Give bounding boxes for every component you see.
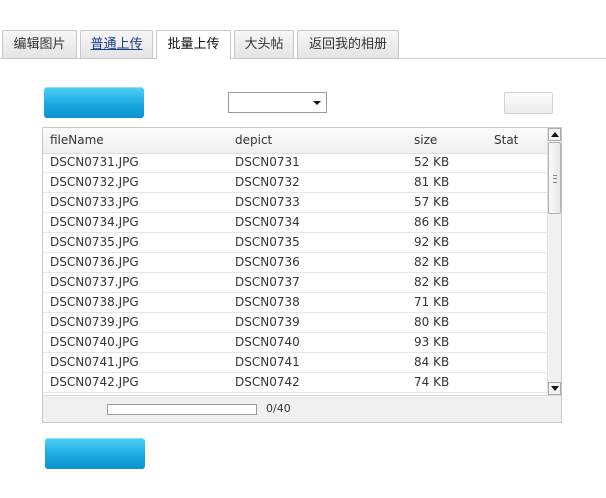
size-cell: 52 KB xyxy=(414,155,450,169)
start-upload-button[interactable] xyxy=(45,438,145,469)
file-name-cell: DSCN0737.JPG xyxy=(50,275,139,289)
table-row[interactable]: DSCN0742.JPG DSCN0742 74 KB xyxy=(43,373,548,393)
tab-edit-picture[interactable]: 编辑图片 xyxy=(2,30,77,58)
scroll-down-button[interactable] xyxy=(548,382,561,395)
column-header-depict[interactable]: depict xyxy=(235,128,272,153)
file-name-cell: DSCN0740.JPG xyxy=(50,335,139,349)
size-cell: 74 KB xyxy=(414,375,450,389)
depict-cell: DSCN0738 xyxy=(235,295,300,309)
depict-cell: DSCN0732 xyxy=(235,175,300,189)
tab-back-to-album[interactable]: 返回我的相册 xyxy=(297,30,399,58)
table-row[interactable]: DSCN0736.JPG DSCN0736 82 KB xyxy=(43,253,548,273)
size-cell: 82 KB xyxy=(414,255,450,269)
grid-rows: DSCN0731.JPG DSCN0731 52 KB DSCN0732.JPG DSC… xyxy=(43,153,548,395)
size-cell: 86 KB xyxy=(414,215,450,229)
size-cell: 92 KB xyxy=(414,235,450,249)
file-name-cell: DSCN0736.JPG xyxy=(50,255,139,269)
table-row[interactable]: DSCN0739.JPG DSCN0739 80 KB xyxy=(43,313,548,333)
file-name-cell: DSCN0742.JPG xyxy=(50,375,139,389)
file-name-cell: DSCN0734.JPG xyxy=(50,215,139,229)
small-action-button[interactable] xyxy=(504,92,553,114)
depict-cell: DSCN0735 xyxy=(235,235,300,249)
scroll-thumb[interactable] xyxy=(548,142,561,214)
table-row[interactable]: DSCN0741.JPG DSCN0741 84 KB xyxy=(43,353,548,373)
file-name-cell: DSCN0732.JPG xyxy=(50,175,139,189)
size-cell: 57 KB xyxy=(414,195,450,209)
file-name-cell: DSCN0739.JPG xyxy=(50,315,139,329)
size-cell: 93 KB xyxy=(414,335,450,349)
file-grid: fileName depict size Stat DSCN0731.JPG DS… xyxy=(42,127,562,423)
depict-cell: DSCN0733 xyxy=(235,195,300,209)
depict-cell: DSCN0736 xyxy=(235,255,300,269)
depict-cell: DSCN0737 xyxy=(235,275,300,289)
album-select[interactable] xyxy=(228,92,327,113)
file-name-cell: DSCN0738.JPG xyxy=(50,295,139,309)
table-row[interactable]: DSCN0732.JPG DSCN0732 81 KB xyxy=(43,173,548,193)
file-name-cell: DSCN0733.JPG xyxy=(50,195,139,209)
tab-label: 普通上传 xyxy=(90,37,143,52)
table-row[interactable]: DSCN0733.JPG DSCN0733 57 KB xyxy=(43,193,548,213)
tab-divider xyxy=(0,58,606,59)
table-row[interactable]: DSCN0734.JPG DSCN0734 86 KB xyxy=(43,213,548,233)
depict-cell: DSCN0739 xyxy=(235,315,300,329)
table-row[interactable]: DSCN0735.JPG DSCN0735 92 KB xyxy=(43,233,548,253)
tab-normal-upload[interactable]: 普通上传 xyxy=(80,30,153,58)
depict-cell: DSCN0742 xyxy=(235,375,300,389)
size-cell: 82 KB xyxy=(414,275,450,289)
depict-cell: DSCN0741 xyxy=(235,355,300,369)
table-row[interactable]: DSCN0737.JPG DSCN0737 82 KB xyxy=(43,273,548,293)
select-files-button[interactable] xyxy=(44,87,144,118)
tab-batch-upload[interactable]: 批量上传 xyxy=(156,30,231,59)
tab-big-head-sticker[interactable]: 大头帖 xyxy=(234,30,294,58)
size-cell: 80 KB xyxy=(414,315,450,329)
file-name-cell: DSCN0735.JPG xyxy=(50,235,139,249)
table-row[interactable]: DSCN0731.JPG DSCN0731 52 KB xyxy=(43,153,548,173)
progress-count: 0/40 xyxy=(266,402,291,415)
vertical-scrollbar[interactable] xyxy=(547,128,561,395)
size-cell: 81 KB xyxy=(414,175,450,189)
table-row[interactable]: DSCN0738.JPG DSCN0738 71 KB xyxy=(43,293,548,313)
column-header-stat[interactable]: Stat xyxy=(494,128,518,153)
tab-label: 编辑图片 xyxy=(13,37,66,52)
grid-footer: 0/40 xyxy=(43,395,561,422)
tab-label: 大头帖 xyxy=(244,37,284,52)
scroll-up-button[interactable] xyxy=(548,128,561,141)
arrow-up-icon xyxy=(551,132,559,137)
tab-label: 返回我的相册 xyxy=(308,37,387,52)
upload-progress-bar xyxy=(107,404,257,415)
table-row[interactable]: DSCN0740.JPG DSCN0740 93 KB xyxy=(43,333,548,353)
tab-bar: 编辑图片 普通上传 批量上传 大头帖 返回我的相册 xyxy=(0,30,606,59)
depict-cell: DSCN0740 xyxy=(235,335,300,349)
arrow-down-icon xyxy=(551,386,559,391)
column-header-filename[interactable]: fileName xyxy=(50,128,104,153)
file-name-cell: DSCN0741.JPG xyxy=(50,355,139,369)
chevron-down-icon xyxy=(313,101,321,105)
size-cell: 84 KB xyxy=(414,355,450,369)
grip-icon xyxy=(553,175,557,183)
depict-cell: DSCN0734 xyxy=(235,215,300,229)
tab-label: 批量上传 xyxy=(167,37,220,52)
depict-cell: DSCN0731 xyxy=(235,155,300,169)
grid-header: fileName depict size Stat xyxy=(43,128,548,154)
size-cell: 71 KB xyxy=(414,295,450,309)
column-header-size[interactable]: size xyxy=(414,128,437,153)
file-name-cell: DSCN0731.JPG xyxy=(50,155,139,169)
